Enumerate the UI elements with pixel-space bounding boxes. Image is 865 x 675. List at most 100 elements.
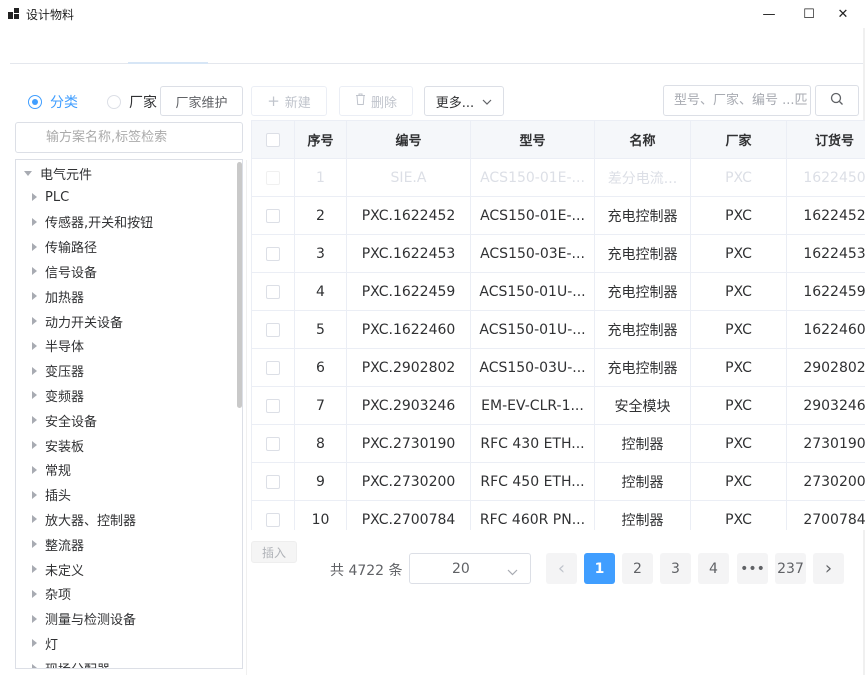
tree-search-input-wrapper[interactable]	[15, 122, 243, 153]
column-header[interactable]: 厂家	[691, 121, 787, 158]
row-checkbox[interactable]	[266, 284, 280, 299]
column-header[interactable]: 编号	[347, 121, 471, 158]
row-checkbox[interactable]	[266, 246, 280, 261]
caret-right-icon[interactable]	[32, 565, 37, 573]
table-row[interactable]: 8 PXC.2730190 RFC 430 ETH... 控制器 PXC 2730190	[252, 425, 865, 463]
radio-category-dot[interactable]	[28, 95, 42, 109]
caret-right-icon[interactable]	[32, 441, 37, 449]
tree-node[interactable]: 安装板	[32, 433, 84, 457]
radio-vendor[interactable]: 厂家	[107, 91, 157, 113]
row-checkbox[interactable]	[266, 322, 280, 337]
tree-node[interactable]: 放大器、控制器	[32, 507, 136, 531]
tree-node[interactable]: PLC	[32, 185, 69, 209]
caret-right-icon[interactable]	[32, 664, 37, 668]
select-all-checkbox[interactable]	[266, 132, 280, 147]
tree-node[interactable]: 动力开关设备	[32, 309, 123, 333]
row-checkbox[interactable]	[266, 474, 280, 489]
radio-category-label: 分类	[50, 95, 78, 111]
tree-node[interactable]: 灯	[32, 631, 58, 655]
table-row[interactable]: 5 PXC.1622460 ACS150-01U-... 充电控制器 PXC 162246…	[252, 311, 865, 349]
row-checkbox[interactable]	[266, 208, 280, 223]
tree-node[interactable]: 信号设备	[32, 259, 97, 283]
row-select-cell	[252, 501, 295, 530]
page-size-select[interactable]: 20	[409, 553, 531, 584]
close-button[interactable]: ✕	[820, 0, 865, 28]
tree-node[interactable]: 传输路径	[32, 235, 97, 259]
table-row[interactable]: 7 PXC.2903246 EM-EV-CLR-1... 安全模块 PXC 2903246	[252, 387, 865, 425]
caret-right-icon[interactable]	[32, 193, 37, 201]
category-tree[interactable]: 电气元件 PLC 传感器,开关和按钮 传输路径 信号设备 加热器 动力开关设备 半导体 变压器…	[15, 159, 243, 669]
tree-root-node[interactable]: 电气元件	[24, 161, 92, 185]
column-header[interactable]: 名称	[595, 121, 691, 158]
table-cell: 2902802	[787, 349, 865, 386]
caret-down-icon[interactable]	[24, 170, 32, 176]
tree-node[interactable]: 现场分配器	[32, 656, 110, 668]
tree-node[interactable]: 安全设备	[32, 408, 97, 432]
table-row[interactable]: 1 SIE.A ACS150-01E-... 差分电流... PXC 1622450	[252, 159, 865, 197]
new-button[interactable]: + 新建	[251, 86, 327, 116]
caret-right-icon[interactable]	[32, 366, 37, 375]
page-button[interactable]: 3	[660, 553, 691, 584]
caret-right-icon[interactable]	[32, 614, 37, 623]
chevron-down-icon	[507, 565, 518, 580]
tree-node[interactable]: 未定义	[32, 557, 84, 581]
table-row[interactable]: 10 PXC.2700784 RFC 460R PN... 控制器 PXC 2700784	[252, 501, 865, 530]
table-row[interactable]: 3 PXC.1622453 ACS150-03E-... 充电控制器 PXC 162245…	[252, 235, 865, 273]
table-row[interactable]: 2 PXC.1622452 ACS150-01E-... 充电控制器 PXC 162245…	[252, 197, 865, 235]
caret-right-icon[interactable]	[32, 242, 37, 251]
page-button[interactable]: 4	[698, 553, 729, 584]
page-button[interactable]: 1	[584, 553, 615, 584]
more-dropdown[interactable]: 更多...	[424, 86, 504, 116]
row-checkbox[interactable]	[266, 170, 280, 185]
tree-node[interactable]: 传感器,开关和按钮	[32, 210, 153, 234]
caret-right-icon[interactable]	[32, 490, 37, 499]
vendor-maintain-button[interactable]: 厂家维护	[160, 86, 243, 116]
caret-right-icon[interactable]	[32, 292, 37, 301]
row-checkbox[interactable]	[266, 436, 280, 451]
delete-button[interactable]: 删除	[339, 86, 413, 116]
tree-node[interactable]: 常规	[32, 458, 71, 482]
page-button[interactable]: 2	[622, 553, 653, 584]
column-header[interactable]: 序号	[295, 121, 347, 158]
tree-node[interactable]: 插头	[32, 483, 71, 507]
table-search-input[interactable]	[664, 86, 810, 115]
tree-node[interactable]: 加热器	[32, 284, 84, 308]
table-search-input-wrapper[interactable]	[663, 85, 811, 116]
table-row[interactable]: 9 PXC.2730200 RFC 450 ETH... 控制器 PXC 2730200	[252, 463, 865, 501]
column-header[interactable]: 订货号	[787, 121, 865, 158]
tree-node[interactable]: 变压器	[32, 359, 84, 383]
caret-right-icon[interactable]	[32, 515, 37, 524]
more-pages-button[interactable]: •••	[737, 553, 768, 584]
search-button[interactable]	[815, 85, 859, 116]
caret-right-icon[interactable]	[32, 317, 37, 325]
caret-right-icon[interactable]	[32, 416, 37, 425]
next-page-button[interactable]: ›	[813, 553, 844, 584]
table-row[interactable]: 4 PXC.1622459 ACS150-01U-... 充电控制器 PXC 162245…	[252, 273, 865, 311]
tree-node[interactable]: 半导体	[32, 334, 84, 358]
caret-right-icon[interactable]	[32, 540, 37, 549]
row-checkbox[interactable]	[266, 398, 280, 413]
table-row[interactable]: 6 PXC.2902802 ACS150-03U-... 充电控制器 PXC 290280…	[252, 349, 865, 387]
caret-right-icon[interactable]	[32, 589, 37, 598]
tree-search-input[interactable]	[16, 123, 242, 152]
caret-right-icon[interactable]	[32, 639, 37, 648]
tree-node[interactable]: 变频器	[32, 383, 84, 407]
prev-page-button[interactable]: ‹	[546, 553, 577, 584]
page-button[interactable]: 237	[775, 553, 806, 584]
insert-button[interactable]: 插入	[251, 541, 297, 563]
caret-right-icon[interactable]	[32, 267, 37, 276]
radio-category[interactable]: 分类	[28, 91, 78, 113]
tree-node[interactable]: 杂项	[32, 582, 71, 606]
tree-node[interactable]: 测量与检测设备	[32, 607, 136, 631]
table-cell: RFC 460R PN...	[471, 501, 595, 530]
caret-right-icon[interactable]	[32, 341, 37, 350]
row-checkbox[interactable]	[266, 512, 280, 527]
caret-right-icon[interactable]	[32, 391, 37, 400]
row-checkbox[interactable]	[266, 360, 280, 375]
tree-node[interactable]: 整流器	[32, 532, 84, 556]
caret-right-icon[interactable]	[32, 465, 37, 474]
radio-vendor-dot[interactable]	[107, 95, 121, 109]
caret-right-icon[interactable]	[32, 217, 37, 226]
column-header[interactable]: 型号	[471, 121, 595, 158]
tree-scrollbar[interactable]	[237, 162, 242, 408]
